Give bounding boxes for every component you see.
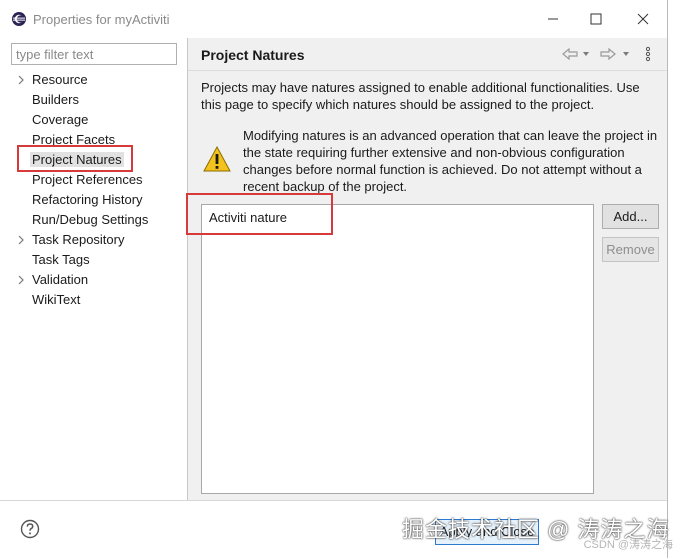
tree-item-label: Task Repository [32,232,125,247]
remove-button[interactable]: Remove [602,237,659,262]
properties-window: Properties for myActiviti Resource Build… [0,0,668,559]
tree-item-task-repository[interactable]: Task Repository [14,230,184,250]
eclipse-app-icon [12,12,26,26]
chevron-right-icon[interactable] [16,75,26,85]
tree-item-label: Run/Debug Settings [32,212,149,227]
more-options-icon[interactable] [643,46,653,62]
tree-item-label: Validation [32,272,89,287]
warning-message: Modifying natures is an advanced operati… [243,128,658,194]
back-arrow-icon[interactable] [561,46,579,62]
close-icon[interactable] [633,9,653,29]
tree-item-label: Project References [32,172,143,187]
page-header: Project Natures [188,38,667,71]
add-button[interactable]: Add... [602,204,659,229]
tree-item-label: WikiText [32,292,81,307]
tree-item-resource[interactable]: Resource [14,70,184,90]
tree-item-label: Task Tags [32,252,90,267]
page-description: Projects may have natures assigned to en… [201,80,640,112]
tree-item-task-tags[interactable]: Task Tags [14,250,184,270]
chevron-right-icon[interactable] [16,275,26,285]
window-title: Properties for myActiviti [33,12,170,27]
tree-item-builders[interactable]: Builders [14,90,184,110]
chevron-right-icon[interactable] [16,235,26,245]
tree-item-label: Builders [32,92,79,107]
tree-item-wikitext[interactable]: WikiText [14,290,184,310]
minimize-icon[interactable] [543,9,563,29]
maximize-icon[interactable] [586,9,606,29]
property-tree: Resource Builders Coverage Project Facet… [14,70,184,310]
help-icon[interactable] [20,519,40,539]
back-dropdown-icon[interactable] [581,46,591,62]
tree-item-label: Refactoring History [32,192,143,207]
highlight-box-activiti-nature [186,193,333,235]
tree-item-label: Coverage [32,112,89,127]
tree-item-validation[interactable]: Validation [14,270,184,290]
tree-item-refactoring-history[interactable]: Refactoring History [14,190,184,210]
title-bar: Properties for myActiviti [0,0,667,38]
tree-item-project-references[interactable]: Project References [14,170,184,190]
tree-item-coverage[interactable]: Coverage [14,110,184,130]
forward-dropdown-icon[interactable] [621,46,631,62]
tree-item-label: Resource [32,72,88,87]
natures-list[interactable]: Activiti nature [201,204,594,494]
page-title: Project Natures [201,47,305,63]
tree-item-run-debug-settings[interactable]: Run/Debug Settings [14,210,184,230]
forward-arrow-icon[interactable] [599,46,617,62]
property-page: Project Natures Projects may have nature… [188,38,667,500]
highlight-box-project-natures [17,145,133,172]
filter-input[interactable] [11,43,177,65]
csdn-watermark: CSDN @涛涛之海 [583,539,673,551]
warning-icon [203,145,231,172]
